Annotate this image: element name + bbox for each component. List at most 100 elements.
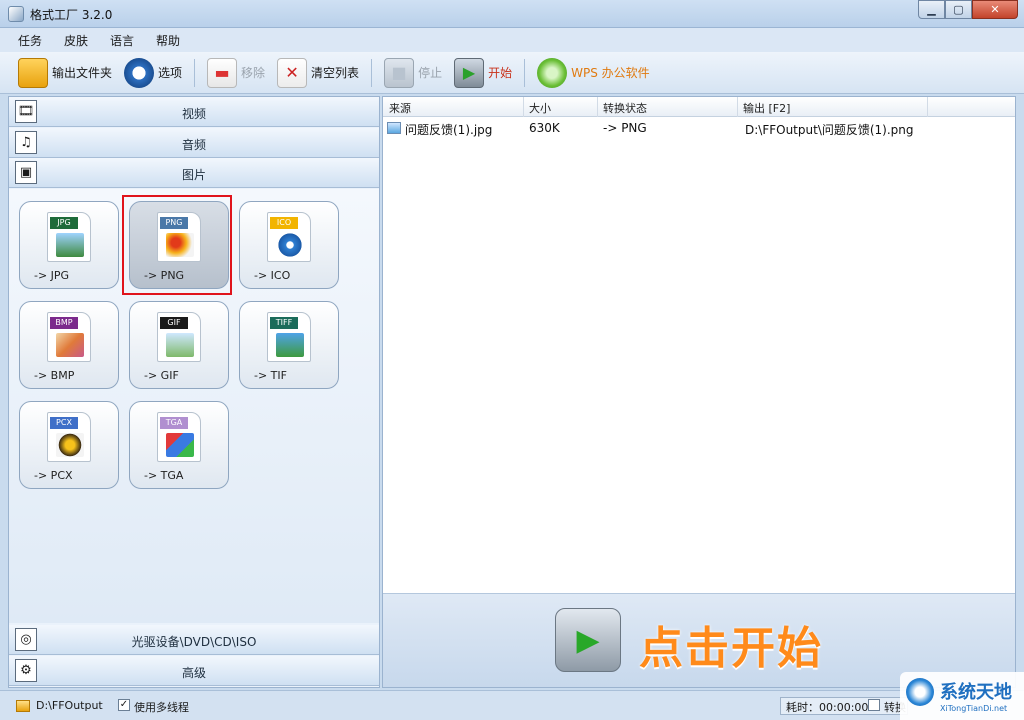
menu-language[interactable]: 语言 bbox=[106, 30, 138, 51]
category-optical[interactable]: ◎ 光驱设备\DVD\CD\ISO bbox=[9, 625, 379, 655]
watermark-title: 系统天地 bbox=[940, 682, 1012, 703]
format-label: -> ICO bbox=[254, 269, 291, 282]
column-separator[interactable] bbox=[523, 97, 524, 117]
jpg-file-icon: JPG bbox=[47, 212, 91, 262]
format-label: -> GIF bbox=[144, 369, 179, 382]
category-audio-label: 音频 bbox=[181, 138, 206, 152]
window-title: 格式工厂 3.2.0 bbox=[30, 8, 113, 22]
watermark: 系统天地 XiTongTianDi.net bbox=[900, 672, 1024, 720]
wps-globe-icon bbox=[537, 57, 568, 88]
close-button[interactable]: ✕ bbox=[972, 0, 1018, 19]
multithread-label: 使用多线程 bbox=[134, 701, 189, 714]
category-image-label: 图片 bbox=[181, 168, 206, 182]
category-image[interactable]: ▣ 图片 bbox=[9, 158, 379, 188]
format-label: -> TIF bbox=[254, 369, 287, 382]
column-source[interactable]: 来源 bbox=[389, 100, 411, 116]
watermark-subtitle: XiTongTianDi.net bbox=[940, 704, 1008, 713]
tga-file-icon: TGA bbox=[157, 412, 201, 462]
start-label: 开始 bbox=[488, 66, 513, 80]
format-gif-button[interactable]: GIF -> GIF bbox=[129, 301, 229, 389]
window-controls: ▁ ▢ ✕ bbox=[918, 0, 1018, 19]
maximize-button[interactable]: ▢ bbox=[945, 0, 972, 19]
format-tga-button[interactable]: TGA -> TGA bbox=[129, 401, 229, 489]
format-bmp-button[interactable]: BMP -> BMP bbox=[19, 301, 119, 389]
wps-button[interactable]: WPS 办公软件 bbox=[537, 56, 650, 90]
table-row[interactable]: 问题反馈(1).jpg 630K -> PNG D:\FFOutput\问题反馈… bbox=[383, 118, 1015, 138]
file-tag: TGA bbox=[160, 417, 188, 429]
watermark-logo-icon bbox=[906, 678, 934, 706]
minimize-button[interactable]: ▁ bbox=[918, 0, 945, 19]
start-button[interactable]: ▶ 开始 bbox=[454, 56, 512, 90]
sunflower-icon bbox=[56, 433, 84, 457]
file-tag: GIF bbox=[160, 317, 188, 329]
format-label: -> JPG bbox=[34, 269, 70, 282]
remove-label: 移除 bbox=[241, 66, 266, 80]
column-size[interactable]: 大小 bbox=[529, 100, 551, 116]
category-panel: 🎞 视频 ♫ 音频 ▣ 图片 JPG -> JPG PNG -> PNG ICO bbox=[8, 96, 380, 688]
column-separator[interactable] bbox=[597, 97, 598, 117]
cell-size: 630K bbox=[529, 121, 560, 135]
cell-status: -> PNG bbox=[603, 121, 647, 135]
start-play-icon: ▶ bbox=[555, 608, 621, 672]
stop-label: 停止 bbox=[418, 66, 443, 80]
category-audio[interactable]: ♫ 音频 bbox=[9, 128, 379, 158]
toolbar-separator bbox=[371, 58, 373, 87]
options-label: 选项 bbox=[158, 66, 183, 80]
column-separator[interactable] bbox=[737, 97, 738, 117]
title-bar: 格式工厂 3.2.0 ▁ ▢ ✕ bbox=[0, 0, 1024, 28]
clear-list-icon: ✕ bbox=[277, 57, 308, 88]
stop-button[interactable]: ■ 停止 bbox=[384, 56, 442, 90]
remove-icon: ▬ bbox=[207, 57, 238, 88]
menu-help[interactable]: 帮助 bbox=[152, 30, 184, 51]
toolbar: 输出文件夹 选项 ▬ 移除 ✕ 清空列表 ■ 停止 ▶ 开始 WPS 办公软件 bbox=[0, 52, 1024, 94]
output-path[interactable]: D:\FFOutput bbox=[36, 699, 103, 712]
format-label: -> PCX bbox=[34, 469, 73, 482]
bmp-file-icon: BMP bbox=[47, 312, 91, 362]
image-file-icon bbox=[387, 122, 401, 134]
options-icon bbox=[124, 57, 155, 88]
folder-icon[interactable] bbox=[16, 700, 30, 712]
start-icon: ▶ bbox=[454, 57, 485, 88]
options-button[interactable]: 选项 bbox=[124, 56, 182, 90]
menu-task[interactable]: 任务 bbox=[14, 30, 46, 51]
category-video[interactable]: 🎞 视频 bbox=[9, 97, 379, 127]
landscape-icon bbox=[56, 233, 84, 257]
banner-text: 点击开始 bbox=[639, 623, 823, 674]
status-bar: D:\FFOutput ✓ 使用多线程 耗时：00:00:00 转换 bbox=[0, 690, 1024, 720]
toolbar-separator bbox=[194, 58, 196, 87]
table-header: 来源 大小 转换状态 输出 [F2] bbox=[383, 97, 1015, 117]
category-optical-label: 光驱设备\DVD\CD\ISO bbox=[131, 635, 257, 649]
gif-file-icon: GIF bbox=[157, 312, 201, 362]
format-jpg-button[interactable]: JPG -> JPG bbox=[19, 201, 119, 289]
column-separator[interactable] bbox=[927, 97, 928, 117]
file-tag: BMP bbox=[50, 317, 78, 329]
file-tag: ICO bbox=[270, 217, 298, 229]
paint-icon bbox=[56, 333, 84, 357]
clear-list-button[interactable]: ✕ 清空列表 bbox=[277, 56, 359, 90]
file-tag: JPG bbox=[50, 217, 78, 229]
clear-list-label: 清空列表 bbox=[311, 66, 360, 80]
file-tag: PCX bbox=[50, 417, 78, 429]
remove-button[interactable]: ▬ 移除 bbox=[207, 56, 265, 90]
format-ico-button[interactable]: ICO -> ICO bbox=[239, 201, 339, 289]
convert-checkbox[interactable] bbox=[868, 699, 880, 711]
shapes-icon bbox=[166, 433, 194, 457]
multithread-checkbox[interactable]: ✓ bbox=[118, 699, 130, 711]
app-icon bbox=[8, 6, 24, 22]
category-video-label: 视频 bbox=[181, 107, 206, 121]
format-pcx-button[interactable]: PCX -> PCX bbox=[19, 401, 119, 489]
stop-icon: ■ bbox=[384, 57, 415, 88]
toolbar-separator bbox=[524, 58, 526, 87]
selection-highlight bbox=[122, 195, 232, 295]
landscape-icon bbox=[276, 333, 304, 357]
column-output[interactable]: 输出 [F2] bbox=[743, 100, 790, 116]
cell-source: 问题反馈(1).jpg bbox=[405, 123, 493, 137]
output-folder-button[interactable]: 输出文件夹 bbox=[18, 56, 112, 90]
menu-bar: 任务 皮肤 语言 帮助 bbox=[0, 28, 1024, 52]
format-tif-button[interactable]: TIFF -> TIF bbox=[239, 301, 339, 389]
menu-skin[interactable]: 皮肤 bbox=[60, 30, 92, 51]
folder-icon bbox=[18, 57, 48, 88]
ico-file-icon: ICO bbox=[267, 212, 311, 262]
category-advanced[interactable]: ⚙ 高级 bbox=[9, 656, 379, 686]
column-status[interactable]: 转换状态 bbox=[603, 100, 647, 116]
